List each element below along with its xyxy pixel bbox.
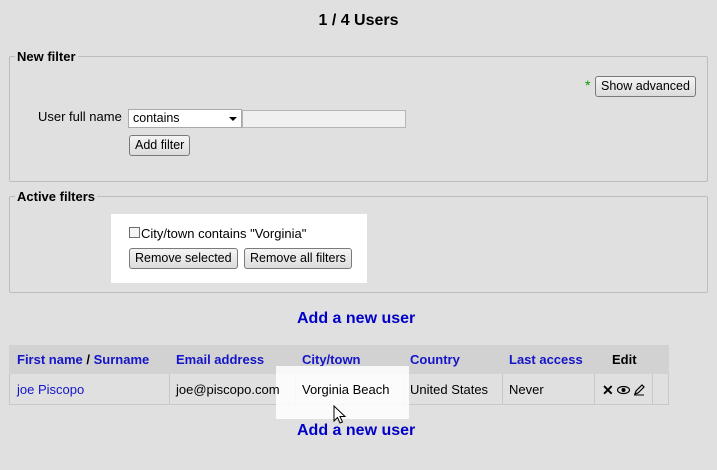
add-new-user-link-top[interactable]: Add a new user bbox=[297, 310, 415, 328]
user-full-name-label: User full name bbox=[38, 109, 122, 124]
cell-extra bbox=[653, 374, 669, 405]
show-advanced-button[interactable]: Show advanced bbox=[595, 76, 696, 97]
active-filters-legend: Active filters bbox=[15, 189, 98, 204]
user-email: joe@piscopo.com bbox=[176, 382, 280, 397]
user-name-link[interactable]: joe Piscopo bbox=[17, 382, 84, 397]
add-filter-button[interactable]: Add filter bbox=[129, 135, 191, 156]
new-filter-legend: New filter bbox=[15, 49, 78, 64]
header-separator: / bbox=[86, 352, 90, 367]
header-last-access[interactable]: Last access bbox=[509, 352, 583, 367]
add-new-user-link-bottom[interactable]: Add a new user bbox=[297, 422, 415, 440]
header-email[interactable]: Email address bbox=[176, 352, 264, 367]
user-city: Vorginia Beach bbox=[302, 382, 390, 397]
user-last-access: Never bbox=[509, 382, 544, 397]
filter-checkbox[interactable] bbox=[129, 227, 140, 238]
header-edit: Edit bbox=[612, 352, 637, 367]
chevron-down-icon bbox=[229, 117, 237, 121]
header-first-name[interactable]: First name / Surname bbox=[17, 352, 149, 367]
user-country: United States bbox=[410, 382, 489, 397]
view-icon[interactable] bbox=[616, 385, 631, 397]
filter-text-input[interactable] bbox=[242, 110, 406, 128]
page-title: 1 / 4 Users bbox=[318, 12, 399, 29]
operator-select-value: contains bbox=[133, 111, 180, 125]
advanced-star: * bbox=[585, 77, 591, 93]
remove-selected-button[interactable]: Remove selected bbox=[129, 248, 238, 269]
header-surname-link[interactable]: Surname bbox=[94, 352, 150, 367]
delete-icon[interactable]: ✕ bbox=[602, 383, 614, 397]
edit-icon[interactable] bbox=[633, 383, 646, 398]
remove-all-filters-button[interactable]: Remove all filters bbox=[244, 248, 352, 269]
header-first-name-link[interactable]: First name bbox=[17, 352, 83, 367]
header-city[interactable]: City/town bbox=[302, 352, 361, 367]
mouse-cursor-icon bbox=[333, 404, 347, 428]
header-country[interactable]: Country bbox=[410, 352, 460, 367]
active-filter-text: City/town contains "Vorginia" bbox=[141, 226, 307, 241]
operator-select[interactable]: contains bbox=[128, 109, 242, 128]
